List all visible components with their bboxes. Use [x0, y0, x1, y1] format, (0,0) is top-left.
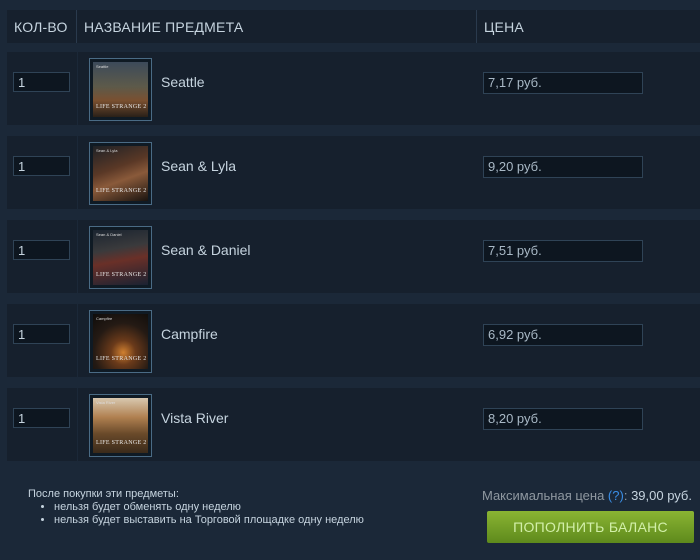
item-logo: LIFE STRANGE 2 — [96, 188, 147, 194]
quantity-input[interactable] — [13, 156, 70, 176]
item-image[interactable]: Sean & Lyla LIFE STRANGE 2 — [89, 142, 152, 205]
item-name[interactable]: Vista River — [161, 410, 228, 426]
notes-title: После покупки эти предметы: — [28, 488, 179, 500]
item-logo: LIFE STRANGE 2 — [96, 104, 147, 110]
item-logo: LIFE STRANGE 2 — [96, 272, 147, 278]
note-item: нельзя будет обменять одну неделю — [54, 501, 364, 514]
quantity-input[interactable] — [13, 240, 70, 260]
max-price-value: 39,00 руб. — [631, 488, 692, 503]
table-header: КОЛ-ВО НАЗВАНИЕ ПРЕДМЕТА ЦЕНА — [7, 10, 700, 43]
item-name[interactable]: Seattle — [161, 74, 205, 90]
note-item: нельзя будет выставить на Торговой площа… — [54, 514, 364, 527]
quantity-input[interactable] — [13, 408, 70, 428]
item-image[interactable]: Campfire LIFE STRANGE 2 — [89, 310, 152, 373]
table-row: Sean & Daniel LIFE STRANGE 2 Sean & Dani… — [7, 220, 700, 293]
purchase-notes: После покупки эти предметы: нельзя будет… — [28, 488, 364, 527]
item-name[interactable]: Campfire — [161, 326, 218, 342]
price-input[interactable]: 7,51 руб. — [483, 240, 643, 262]
price-input[interactable]: 9,20 руб. — [483, 156, 643, 178]
item-name[interactable]: Sean & Lyla — [161, 158, 236, 174]
table-row: Campfire LIFE STRANGE 2 Campfire 6,92 ру… — [7, 304, 700, 377]
max-price: Максимальная цена (?): 39,00 руб. — [481, 488, 692, 503]
quantity-input[interactable] — [13, 324, 70, 344]
table-row: Vista River LIFE STRANGE 2 Vista River 8… — [7, 388, 700, 461]
item-image[interactable]: Sean & Daniel LIFE STRANGE 2 — [89, 226, 152, 289]
item-logo: LIFE STRANGE 2 — [96, 356, 147, 362]
item-logo: LIFE STRANGE 2 — [96, 440, 147, 446]
price-input[interactable]: 7,17 руб. — [483, 72, 643, 94]
help-link[interactable]: (?) — [608, 488, 624, 503]
table-row: Seattle LIFE STRANGE 2 Seattle 7,17 руб. — [7, 52, 700, 125]
item-image[interactable]: Vista River LIFE STRANGE 2 — [89, 394, 152, 457]
table-row: Sean & Lyla LIFE STRANGE 2 Sean & Lyla 9… — [7, 136, 700, 209]
item-image[interactable]: Seattle LIFE STRANGE 2 — [89, 58, 152, 121]
max-price-label: Максимальная цена — [481, 488, 605, 503]
add-funds-button[interactable]: ПОПОЛНИТЬ БАЛАНС — [487, 511, 694, 543]
price-input[interactable]: 8,20 руб. — [483, 408, 643, 430]
item-name[interactable]: Sean & Daniel — [161, 242, 251, 258]
header-qty: КОЛ-ВО — [7, 10, 77, 43]
quantity-input[interactable] — [13, 72, 70, 92]
header-price: ЦЕНА — [484, 18, 524, 35]
price-input[interactable]: 6,92 руб. — [483, 324, 643, 346]
header-item-name: НАЗВАНИЕ ПРЕДМЕТА — [77, 10, 477, 43]
